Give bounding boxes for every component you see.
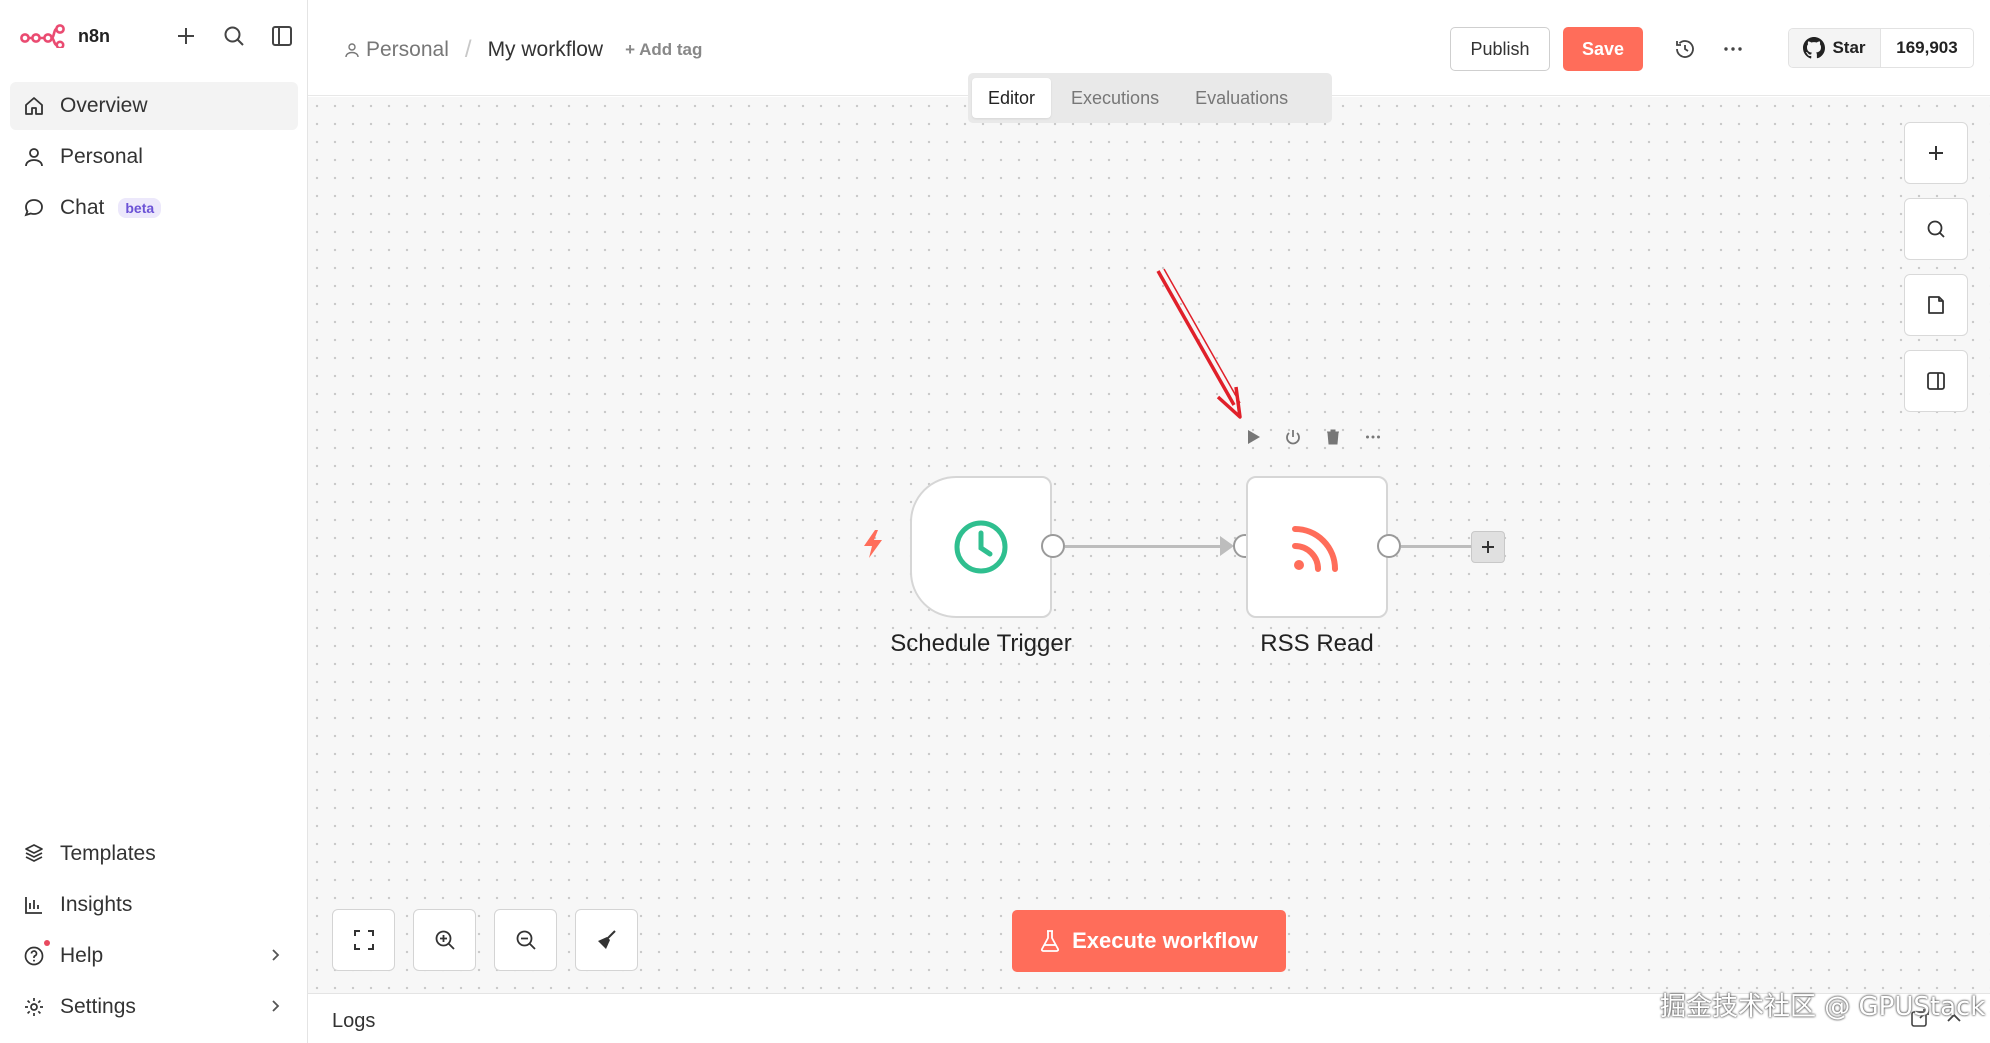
zoom-out-icon xyxy=(516,930,536,950)
sidebar-item-label: Templates xyxy=(60,842,156,865)
clock-icon xyxy=(954,520,1008,574)
annotation-arrow-icon xyxy=(1156,268,1242,419)
node-label: Schedule Trigger xyxy=(890,630,1072,657)
github-star-label: Star xyxy=(1832,38,1866,57)
sidebar-top-actions xyxy=(172,22,296,50)
plus-icon xyxy=(1482,541,1494,553)
logs-toggle[interactable]: Logs xyxy=(332,1010,375,1033)
output-handle[interactable] xyxy=(1377,534,1401,558)
github-icon xyxy=(1803,37,1826,59)
plus-icon[interactable] xyxy=(172,22,200,50)
sidebar-item-personal[interactable]: Personal xyxy=(10,133,298,181)
add-node-button[interactable] xyxy=(1904,122,1968,184)
search-icon xyxy=(1927,220,1945,238)
user-icon xyxy=(345,43,359,58)
sidebar-item-settings[interactable]: Settings xyxy=(10,983,298,1031)
workflow-name[interactable]: My workflow xyxy=(488,38,604,62)
sidebar-item-label: Insights xyxy=(60,893,133,916)
history-icon[interactable] xyxy=(1670,34,1700,64)
fullscreen-icon xyxy=(353,930,374,950)
templates-icon xyxy=(22,842,46,866)
output-handle[interactable] xyxy=(1041,534,1065,558)
sidebar-nav-top: Overview Personal Chat beta xyxy=(10,82,298,235)
zoom-in-button[interactable] xyxy=(413,909,476,971)
sidebar-item-label: Chat xyxy=(60,196,105,219)
sidebar-item-label: Settings xyxy=(60,995,136,1018)
play-icon[interactable] xyxy=(1240,424,1266,450)
tidy-up-button[interactable] xyxy=(575,909,638,971)
add-next-node-button[interactable] xyxy=(1471,531,1505,563)
sidebar-item-chat[interactable]: Chat beta xyxy=(10,184,298,232)
node-toolbar xyxy=(1240,424,1386,450)
canvas-side-toolbar xyxy=(1904,122,1968,412)
github-star-button[interactable]: Star xyxy=(1789,29,1881,67)
add-tag-button[interactable]: + Add tag xyxy=(625,40,702,60)
fit-view-button[interactable] xyxy=(332,909,395,971)
sidebar: n8n Overview Personal Chat beta Template… xyxy=(0,0,308,1043)
home-icon xyxy=(22,94,46,118)
node-schedule-trigger[interactable] xyxy=(910,476,1052,618)
user-icon xyxy=(22,145,46,169)
brand-name: n8n xyxy=(78,25,111,46)
chevron-right-icon xyxy=(266,997,284,1021)
github-star-widget: Star 169,903 xyxy=(1788,28,1974,68)
help-icon xyxy=(22,944,46,968)
connection-rss-to-add xyxy=(1401,545,1471,548)
power-icon[interactable] xyxy=(1280,424,1306,450)
breadcrumb-separator: / xyxy=(464,36,472,63)
notification-dot xyxy=(44,940,50,946)
brand[interactable]: n8n xyxy=(20,24,110,48)
zoom-out-button[interactable] xyxy=(494,909,557,971)
more-options-icon[interactable] xyxy=(1360,424,1386,450)
node-label: RSS Read xyxy=(1260,630,1374,657)
sidebar-item-help[interactable]: Help xyxy=(10,932,298,980)
rss-icon xyxy=(1292,526,1338,572)
tab-editor[interactable]: Editor xyxy=(972,78,1052,118)
sidebar-item-templates[interactable]: Templates xyxy=(10,830,298,878)
more-options-icon[interactable] xyxy=(1718,34,1748,64)
chat-icon xyxy=(22,196,46,220)
gear-icon xyxy=(22,995,46,1019)
broom-icon xyxy=(597,930,616,949)
beta-badge: beta xyxy=(118,198,162,218)
chart-icon xyxy=(22,893,46,917)
sidebar-nav-bottom: Templates Insights Help Settings xyxy=(10,830,298,1034)
execute-workflow-label: Execute workflow xyxy=(1072,928,1258,953)
sidebar-toggle-icon[interactable] xyxy=(268,22,296,50)
sidebar-item-label: Overview xyxy=(60,94,148,117)
sidebar-item-overview[interactable]: Overview xyxy=(10,82,298,130)
publish-button[interactable]: Publish xyxy=(1450,27,1550,71)
breadcrumb-project[interactable]: Personal xyxy=(344,38,449,62)
sticky-note-button[interactable] xyxy=(1904,274,1968,336)
search-nodes-button[interactable] xyxy=(1904,198,1968,260)
sidebar-item-label: Help xyxy=(60,944,104,967)
breadcrumb: Personal / My workflow + Add tag xyxy=(344,36,702,64)
zoom-controls xyxy=(332,909,638,971)
trigger-bolt-icon xyxy=(862,530,884,563)
search-icon[interactable] xyxy=(220,22,248,50)
plus-icon xyxy=(1929,146,1943,160)
save-button[interactable]: Save xyxy=(1563,27,1643,71)
sidebar-item-insights[interactable]: Insights xyxy=(10,881,298,929)
sidebar-item-label: Personal xyxy=(60,145,143,168)
trash-icon[interactable] xyxy=(1320,424,1346,450)
node-rss-read[interactable] xyxy=(1246,476,1388,618)
view-tabs: Editor Executions Evaluations xyxy=(968,73,1332,123)
tab-evaluations[interactable]: Evaluations xyxy=(1179,78,1304,118)
tab-executions[interactable]: Executions xyxy=(1055,78,1175,118)
execute-workflow-button[interactable]: Execute workflow xyxy=(1012,910,1286,972)
github-star-count[interactable]: 169,903 xyxy=(1881,29,1973,67)
note-icon xyxy=(1928,296,1944,314)
chevron-right-icon xyxy=(266,946,284,970)
watermark: 掘金技术社区 @ GPUStack xyxy=(1660,992,1986,1022)
connection-trigger-to-rss[interactable] xyxy=(1065,545,1227,548)
n8n-logo-icon xyxy=(20,24,65,48)
arrowhead-icon xyxy=(1220,536,1234,556)
flask-icon xyxy=(1041,930,1060,952)
zoom-in-icon xyxy=(435,930,455,950)
panel-icon xyxy=(1927,372,1945,390)
breadcrumb-project-label: Personal xyxy=(366,38,449,61)
toggle-panel-button[interactable] xyxy=(1904,350,1968,412)
